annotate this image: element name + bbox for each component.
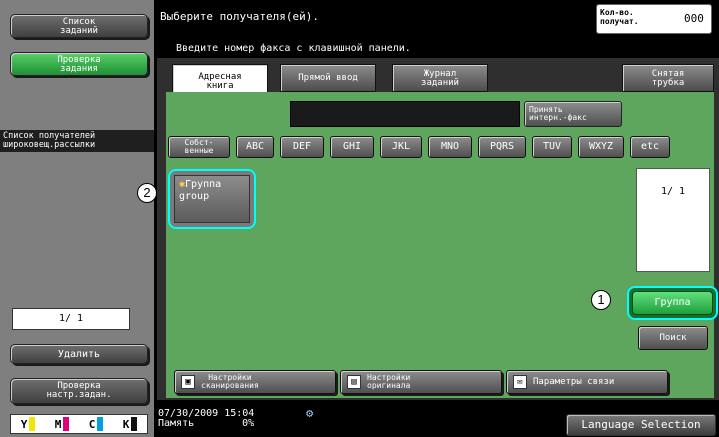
original-icon: ▤ — [347, 375, 361, 389]
check-job-button[interactable]: Проверка задания — [10, 52, 148, 76]
group-button-label: Группа — [632, 291, 713, 315]
toner-bar — [131, 417, 138, 431]
comm-settings-button[interactable]: ✉ Параметры связи — [506, 370, 668, 394]
tab-off-hook[interactable]: Снятая трубка — [622, 64, 714, 92]
toner-bar — [97, 417, 104, 431]
tab-direct-input[interactable]: Прямой ввод — [280, 64, 376, 92]
index-key-tuv[interactable]: TUV — [532, 136, 572, 158]
page-indicator — [636, 168, 710, 272]
group-button[interactable]: Группа — [627, 286, 718, 320]
index-key-wxyz[interactable]: WXYZ — [578, 136, 624, 158]
toner-letter: M — [54, 417, 62, 431]
toner-bar — [29, 417, 36, 431]
entry-name: group — [179, 191, 210, 202]
job-list-button[interactable]: Список заданий — [10, 14, 148, 38]
instruction-text: Введите номер факса с клавишной панели. — [176, 43, 411, 54]
scan-settings-button[interactable]: ▣ Настройки сканирования — [174, 370, 336, 394]
index-key-def[interactable]: DEF — [280, 136, 324, 158]
check-settings-button[interactable]: Проверка настр.задан. — [10, 378, 148, 404]
delete-button[interactable]: Удалить — [10, 344, 148, 364]
fax-number-input[interactable] — [290, 101, 520, 127]
internet-fax-button[interactable]: Принять интерн.-факс — [524, 101, 622, 127]
recipient-count-value: 000 — [684, 12, 704, 25]
callout-badge-2: 2 — [137, 183, 157, 203]
memory-label: Память — [158, 418, 195, 429]
index-key-etc[interactable]: etc — [630, 136, 670, 158]
entry-type-label: Группа — [185, 179, 222, 190]
toner-indicator: Y M C K — [10, 414, 148, 434]
page-indicator-text: 1/ 1 — [660, 186, 686, 197]
toner-letter: K — [122, 417, 130, 431]
original-settings-button[interactable]: ▤ Настройки оригинала — [340, 370, 502, 394]
toner-k: K — [123, 417, 138, 431]
index-key-ghi[interactable]: GHI — [330, 136, 374, 158]
toner-letter: Y — [20, 417, 28, 431]
comm-settings-label: Параметры связи — [533, 377, 615, 387]
toner-c: C — [89, 417, 104, 431]
entry-card: ✱Группа group — [174, 175, 250, 223]
callout-badge-1: 1 — [591, 290, 611, 310]
index-key-abc[interactable]: ABC — [236, 136, 274, 158]
language-selection-button[interactable]: Language Selection — [566, 414, 716, 436]
broadcast-list-label: Список получателей широковещ.рассылки — [0, 130, 154, 152]
scan-icon: ▣ — [181, 375, 195, 389]
address-entry-group[interactable]: ✱Группа group — [168, 169, 256, 229]
prompt-text: Выберите получателя(ей). — [160, 10, 319, 23]
search-button[interactable]: Поиск — [638, 326, 708, 350]
tab-job-history[interactable]: Журнал заданий — [392, 64, 488, 92]
original-settings-label: Настройки оригинала — [367, 373, 411, 390]
toner-y: Y — [21, 417, 36, 431]
toner-bar — [63, 417, 70, 431]
toner-m: M — [55, 417, 70, 431]
scan-settings-label: Настройки сканирования — [201, 373, 259, 390]
recipient-count-label: Кол-во. получат. — [600, 8, 639, 26]
memory-value: 0% — [242, 418, 255, 429]
network-icon: ⚙ — [306, 406, 314, 420]
toner-letter: C — [88, 417, 96, 431]
index-key-mno[interactable]: MNO — [428, 136, 472, 158]
index-key-pqrs[interactable]: PQRS — [478, 136, 526, 158]
comm-icon: ✉ — [513, 375, 527, 389]
sidebar-page-counter: 1/ 1 — [12, 308, 130, 330]
index-key-favorites[interactable]: Собст- венные — [168, 136, 230, 158]
status-bar: 07/30/2009 15:04 Память 0% — [158, 409, 254, 429]
index-key-jkl[interactable]: JKL — [380, 136, 422, 158]
